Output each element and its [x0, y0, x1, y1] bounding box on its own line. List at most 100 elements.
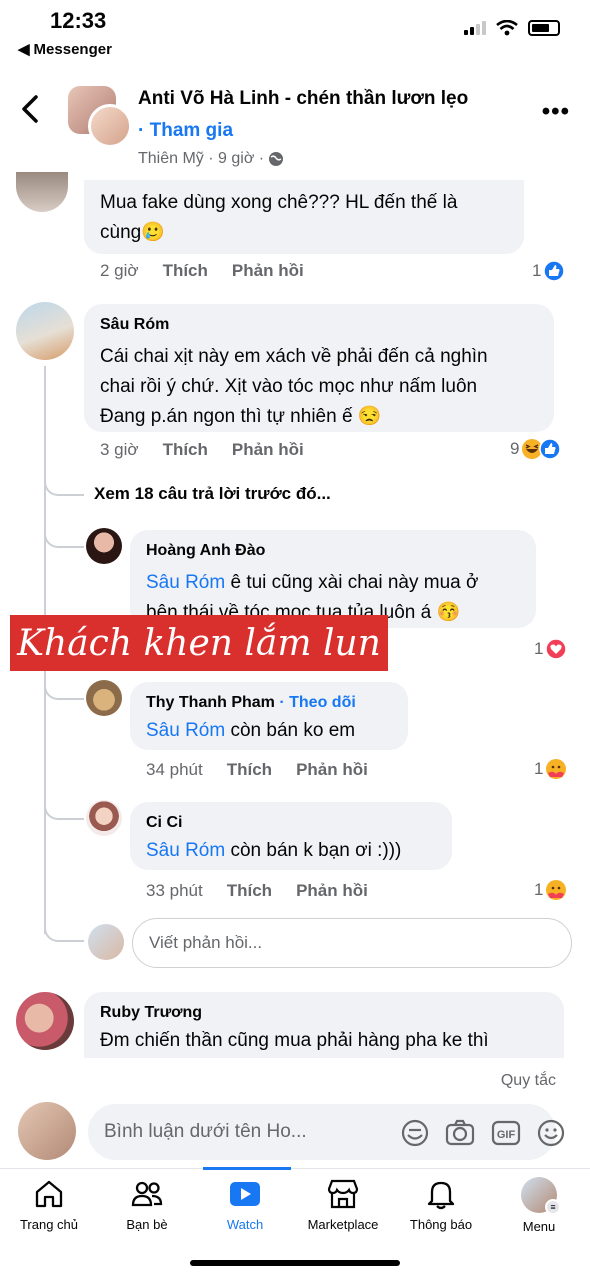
care-reaction-icon — [546, 880, 567, 900]
comment-author[interactable]: Ruby Trương — [100, 1004, 202, 1022]
comment-time[interactable]: 2 giờ — [100, 261, 139, 281]
status-icons — [464, 20, 560, 36]
post-header: Anti Võ Hà Linh - chén thần lươn lẹo · T… — [0, 80, 590, 180]
tab-friends[interactable]: Bạn bè — [98, 1177, 196, 1232]
tab-marketplace[interactable]: Marketplace — [294, 1177, 392, 1232]
back-arrow-icon[interactable] — [20, 94, 40, 124]
emoji-icon[interactable] — [536, 1118, 566, 1148]
home-icon — [35, 1180, 63, 1208]
group-avatar[interactable] — [68, 86, 132, 150]
reply-text: còn bán k bạn ơi :))) — [225, 840, 402, 861]
comment-actions: 2 giờ Thích Phản hồi — [100, 261, 304, 281]
reply-time[interactable]: 34 phút — [146, 760, 203, 780]
reaction-number: 1 — [534, 880, 544, 899]
watch-icon — [230, 1182, 260, 1206]
home-indicator — [190, 1260, 400, 1266]
tab-label: Marketplace — [307, 1217, 379, 1232]
mention-link[interactable]: Sâu Róm — [146, 572, 225, 593]
reply-button[interactable]: Phản hồi — [232, 440, 304, 460]
view-previous-replies[interactable]: Xem 18 câu trả lời trước đó... — [94, 484, 331, 504]
svg-text:GIF: GIF — [497, 1129, 516, 1141]
comment-time[interactable]: 3 giờ — [100, 440, 139, 460]
current-user-avatar — [88, 924, 124, 960]
tab-label: Trang chủ — [19, 1217, 79, 1232]
reply-author[interactable]: Hoàng Anh Đào — [146, 542, 265, 560]
marketplace-icon — [327, 1179, 359, 1209]
comment-text-line2: chai rồi ý chứ. Xịt vào tóc mọc như nấm … — [100, 376, 478, 397]
wifi-icon — [496, 20, 518, 36]
reply-text: còn bán ko em — [225, 720, 356, 741]
reply-time[interactable]: 33 phút — [146, 881, 203, 901]
reply-placeholder: Viết phản hồi... — [149, 933, 263, 952]
reaction-number: 1 — [534, 639, 544, 658]
reaction-count[interactable]: 1 — [534, 638, 568, 660]
reply-bubble: Hoàng Anh Đào Sâu Róm ê tui cũng xài cha… — [130, 530, 536, 628]
group-title[interactable]: Anti Võ Hà Linh - chén thần lươn lẹo — [138, 88, 468, 110]
reply-actions: 33 phút Thích Phản hồi — [146, 881, 368, 901]
mention-link[interactable]: Sâu Róm — [146, 840, 225, 861]
back-to-messenger[interactable]: ◀ Messenger — [18, 40, 112, 59]
comment-bubble: Ruby Trương Đm chiến thần cũng mua phải … — [84, 992, 564, 1058]
avatar[interactable] — [86, 680, 122, 716]
camera-icon[interactable] — [444, 1118, 476, 1148]
comment-author[interactable]: Sâu Róm — [100, 316, 169, 334]
reaction-count[interactable]: 1 — [534, 758, 567, 780]
comment-text-line3: Đang p.án ngon thì tự nhiên ế — [100, 406, 353, 427]
more-options-icon[interactable]: ••• — [542, 98, 570, 126]
avatar[interactable] — [86, 528, 122, 564]
avatar[interactable] — [16, 172, 68, 212]
reply-bubble: Ci Ci Sâu Róm còn bán k bạn ơi :))) — [130, 802, 452, 870]
join-group-link[interactable]: · Tham gia — [138, 120, 233, 142]
signal-icon — [464, 21, 486, 35]
post-meta: Thiên Mỹ · 9 giờ · — [138, 150, 284, 168]
thread-branch — [44, 680, 84, 700]
back-app-label: Messenger — [33, 40, 112, 58]
tab-watch[interactable]: Watch — [196, 1177, 294, 1232]
reply-input[interactable]: Viết phản hồi... — [132, 918, 572, 968]
follow-link[interactable]: · Theo dõi — [279, 694, 355, 711]
thread-branch — [44, 918, 84, 942]
comment-bubble: Sâu Róm Cái chai xịt này em xách về phải… — [84, 304, 554, 432]
reply-button[interactable]: Phản hồi — [296, 881, 368, 901]
reply-button[interactable]: Phản hồi — [232, 261, 304, 281]
like-button[interactable]: Thích — [227, 760, 272, 780]
like-reaction-icon — [543, 260, 566, 282]
comment-text: Đm chiến thần cũng mua phải hàng pha ke … — [100, 1030, 489, 1051]
battery-icon — [528, 20, 560, 36]
comment-placeholder: Bình luận dưới tên Ho... — [104, 1121, 307, 1142]
gif-icon[interactable]: GIF — [490, 1118, 522, 1148]
mention-link[interactable]: Sâu Róm — [146, 720, 225, 741]
reply-button[interactable]: Phản hồi — [296, 760, 368, 780]
tab-label: Menu — [522, 1219, 556, 1234]
like-button[interactable]: Thích — [163, 440, 208, 460]
comment-actions: 3 giờ Thích Phản hồi — [100, 440, 304, 460]
reaction-count[interactable]: 1 — [532, 260, 566, 282]
care-reaction-icon — [546, 759, 567, 779]
tab-label: Thông báo — [409, 1217, 473, 1232]
comment-text: Mua fake dùng xong chê??? HL đến thế là — [100, 192, 458, 213]
thread-branch — [44, 470, 84, 496]
avatar-sticker-icon[interactable] — [400, 1118, 430, 1148]
reaction-count[interactable]: 1 — [534, 879, 567, 901]
reply-author[interactable]: Thy Thanh Pham — [146, 694, 275, 711]
avatar[interactable] — [86, 800, 122, 836]
like-button[interactable]: Thích — [163, 261, 208, 281]
tab-label: Watch — [226, 1217, 264, 1232]
reply-text: ê tui cũng xài chai này mua ở — [225, 572, 479, 593]
thread-branch — [44, 800, 84, 820]
rules-link[interactable]: Quy tắc — [501, 1072, 556, 1090]
friends-icon — [131, 1181, 163, 1207]
menu-avatar-icon: ≡ — [521, 1177, 561, 1215]
avatar[interactable] — [16, 992, 74, 1050]
unamused-emoji: 😒 — [357, 406, 382, 427]
comment-composer: Bình luận dưới tên Ho... GIF — [0, 1100, 590, 1166]
tab-home[interactable]: Trang chủ — [0, 1177, 98, 1232]
reply-author[interactable]: Ci Ci — [146, 814, 182, 832]
active-tab-indicator — [203, 1167, 291, 1170]
reaction-count[interactable]: 9 — [510, 438, 562, 460]
tab-menu[interactable]: ≡ Menu — [490, 1177, 588, 1234]
like-button[interactable]: Thích — [227, 881, 272, 901]
reply-actions: 34 phút Thích Phản hồi — [146, 760, 368, 780]
avatar[interactable] — [16, 302, 74, 360]
tab-notifications[interactable]: Thông báo — [392, 1177, 490, 1232]
